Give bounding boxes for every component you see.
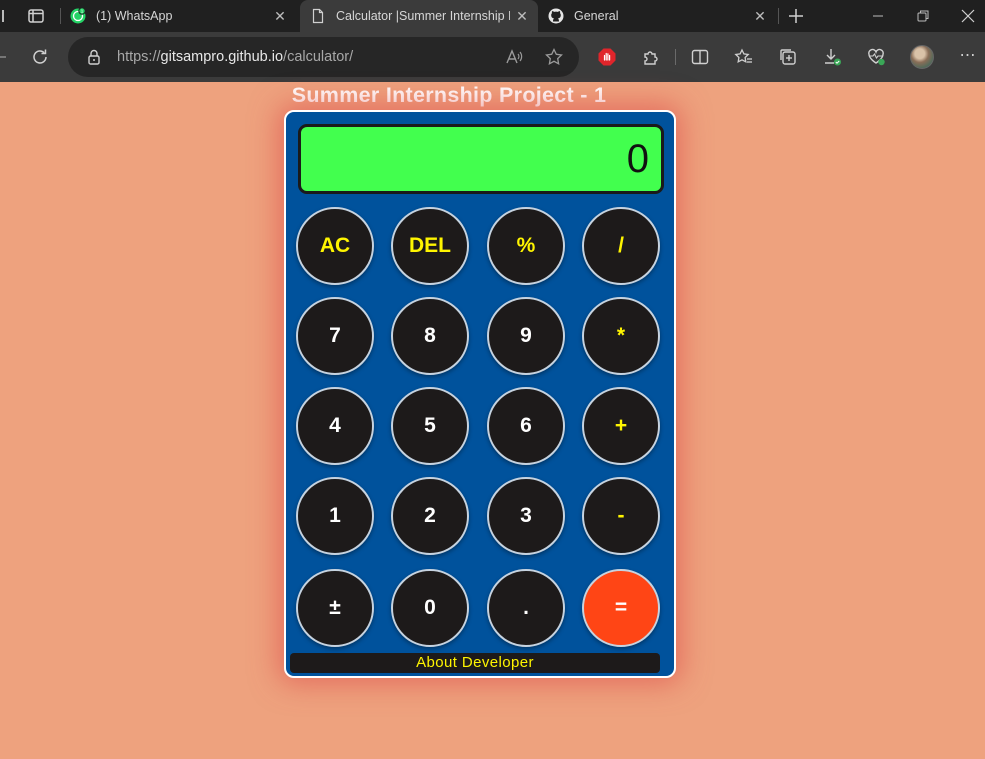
tab-separator	[60, 8, 61, 24]
lock-icon[interactable]	[84, 47, 104, 67]
browser-tab-bar: 1 (1) WhatsApp ✕ Calculator |Summer Inte…	[0, 0, 985, 32]
url-host: gitsampro.github.io	[160, 49, 284, 65]
read-aloud-icon[interactable]	[504, 47, 524, 67]
tab-whatsapp[interactable]: 1 (1) WhatsApp ✕	[62, 0, 296, 32]
key-multiply[interactable]: *	[582, 297, 660, 375]
key-2[interactable]: 2	[391, 477, 469, 555]
back-icon[interactable]	[0, 47, 12, 67]
key-plus-minus[interactable]: ±	[296, 569, 374, 647]
close-tab-icon[interactable]: ✕	[752, 8, 768, 24]
display-value: 0	[626, 137, 649, 181]
key-divide[interactable]: /	[582, 207, 660, 285]
key-4[interactable]: 4	[296, 387, 374, 465]
url-scheme: https://	[117, 49, 161, 65]
split-screen-icon[interactable]	[690, 47, 710, 67]
key-percent[interactable]: %	[487, 207, 565, 285]
page-title: Summer Internship Project - 1	[291, 83, 607, 107]
adblock-icon[interactable]	[597, 47, 617, 67]
downloads-icon[interactable]	[822, 47, 842, 67]
calculator: 0 AC DEL % / 7 8 9 * 4 5 6 + 1 2 3 - ± 0…	[284, 110, 676, 678]
key-decimal[interactable]: .	[487, 569, 565, 647]
tab-title: Calculator |Summer Internship Pr	[336, 9, 510, 23]
browser-toolbar: https://gitsampro.github.io/calculator/	[0, 32, 985, 82]
key-3[interactable]: 3	[487, 477, 565, 555]
key-5[interactable]: 5	[391, 387, 469, 465]
url-text: https://gitsampro.github.io/calculator/	[117, 49, 353, 65]
key-delete[interactable]: DEL	[391, 207, 469, 285]
toolbar-divider	[675, 49, 676, 65]
tab-separator	[778, 8, 779, 24]
browser-essentials-icon[interactable]	[866, 47, 886, 67]
key-6[interactable]: 6	[487, 387, 565, 465]
url-path: /calculator/	[283, 49, 354, 65]
tab-actions-icon[interactable]	[27, 7, 45, 25]
address-bar[interactable]: https://gitsampro.github.io/calculator/	[68, 37, 579, 77]
refresh-icon[interactable]	[30, 47, 50, 67]
profile-avatar[interactable]	[910, 45, 934, 69]
key-equals[interactable]: =	[582, 569, 660, 647]
restore-icon[interactable]	[913, 6, 933, 26]
more-options-icon[interactable]: ⋯	[958, 46, 978, 66]
tab-title: General	[574, 9, 619, 23]
minimize-icon[interactable]	[868, 6, 888, 26]
scroll-tabs-icon[interactable]	[0, 10, 4, 22]
page-icon	[312, 8, 324, 24]
whatsapp-icon: 1	[70, 8, 86, 24]
close-window-icon[interactable]	[958, 6, 978, 26]
close-tab-icon[interactable]: ✕	[272, 8, 288, 24]
tab-calculator[interactable]: Calculator |Summer Internship Pr ✕	[300, 0, 538, 32]
github-icon	[548, 8, 564, 24]
favorite-star-icon[interactable]	[544, 47, 564, 67]
key-add[interactable]: +	[582, 387, 660, 465]
key-0[interactable]: 0	[391, 569, 469, 647]
new-tab-icon[interactable]	[786, 6, 806, 26]
favorites-icon[interactable]	[734, 47, 754, 67]
extensions-icon[interactable]	[641, 47, 661, 67]
key-7[interactable]: 7	[296, 297, 374, 375]
key-9[interactable]: 9	[487, 297, 565, 375]
key-subtract[interactable]: -	[582, 477, 660, 555]
about-developer-button[interactable]: About Developer	[290, 653, 660, 673]
tab-github-general[interactable]: General ✕	[540, 0, 776, 32]
key-8[interactable]: 8	[391, 297, 469, 375]
collections-icon[interactable]	[778, 47, 798, 67]
key-all-clear[interactable]: AC	[296, 207, 374, 285]
close-tab-icon[interactable]: ✕	[514, 8, 530, 24]
key-1[interactable]: 1	[296, 477, 374, 555]
tab-title: (1) WhatsApp	[96, 9, 173, 23]
calculator-display: 0	[298, 124, 664, 194]
